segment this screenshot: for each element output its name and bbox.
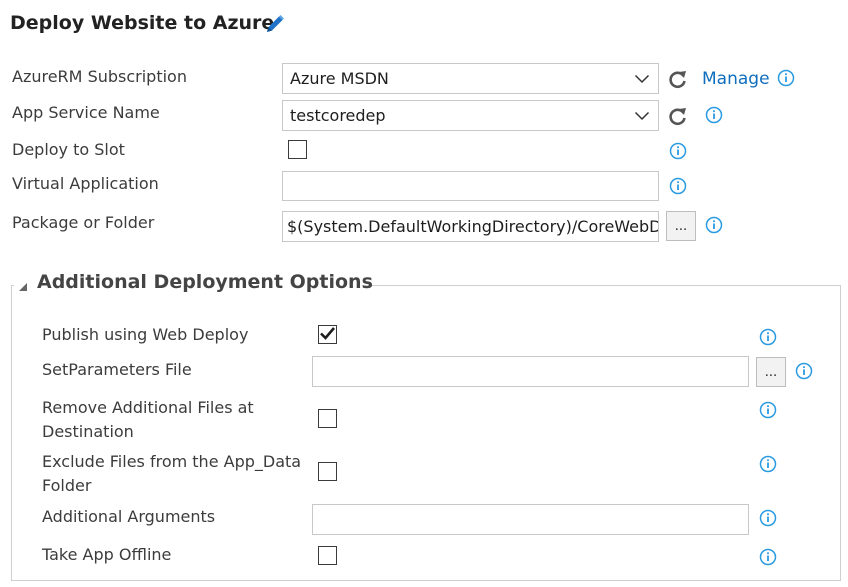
info-icon[interactable] — [759, 401, 777, 419]
package-or-folder-label: Package or Folder — [12, 213, 155, 232]
app-service-name-select[interactable]: testcoredep — [282, 100, 659, 131]
page-title: Deploy Website to Azure — [10, 12, 275, 34]
browse-package-button[interactable]: ... — [666, 211, 696, 241]
take-app-offline-label: Take App Offline — [42, 545, 172, 564]
azurerm-subscription-label: AzureRM Subscription — [12, 67, 187, 86]
info-icon[interactable] — [705, 106, 723, 124]
publish-web-deploy-checkbox[interactable] — [318, 325, 337, 344]
virtual-application-label: Virtual Application — [12, 174, 159, 193]
info-icon[interactable] — [705, 216, 723, 234]
checkmark-icon — [320, 327, 335, 340]
deploy-to-slot-checkbox[interactable] — [288, 140, 307, 159]
deploy-to-slot-label: Deploy to Slot — [12, 140, 125, 159]
info-icon[interactable] — [669, 177, 687, 195]
publish-web-deploy-label: Publish using Web Deploy — [42, 325, 249, 344]
info-icon[interactable] — [759, 509, 777, 527]
info-icon[interactable] — [759, 548, 777, 566]
info-icon[interactable] — [777, 69, 795, 87]
section-legend[interactable]: Additional Deployment Options — [37, 271, 373, 293]
remove-additional-files-label: Remove Additional Files at Destination — [42, 398, 254, 441]
refresh-icon[interactable] — [667, 105, 689, 127]
pencil-icon[interactable] — [264, 13, 286, 35]
exclude-app-data-label: Exclude Files from the App_Data Folder — [42, 452, 302, 495]
exclude-app-data-checkbox[interactable] — [318, 462, 337, 481]
app-service-name-value: testcoredep — [290, 106, 386, 125]
info-icon[interactable] — [669, 142, 687, 160]
setparameters-file-input[interactable] — [312, 356, 749, 387]
additional-arguments-label: Additional Arguments — [42, 507, 216, 526]
azurerm-subscription-select[interactable]: Azure MSDN — [282, 63, 659, 94]
chevron-down-icon — [634, 111, 650, 121]
package-or-folder-input[interactable]: $(System.DefaultWorkingDirectory)/CoreWe… — [282, 211, 659, 242]
collapse-triangle-icon[interactable] — [17, 281, 29, 293]
manage-link[interactable]: Manage — [702, 69, 770, 89]
azurerm-subscription-value: Azure MSDN — [290, 69, 389, 88]
setparameters-file-label: SetParameters File — [42, 360, 192, 379]
info-icon[interactable] — [759, 455, 777, 473]
app-service-name-label: App Service Name — [12, 103, 160, 122]
chevron-down-icon — [634, 74, 650, 84]
remove-additional-files-checkbox[interactable] — [318, 409, 337, 428]
info-icon[interactable] — [759, 328, 777, 346]
additional-arguments-input[interactable] — [312, 504, 749, 535]
refresh-icon[interactable] — [667, 68, 689, 90]
info-icon[interactable] — [795, 362, 813, 380]
take-app-offline-checkbox[interactable] — [318, 546, 337, 565]
browse-setparameters-button[interactable]: ... — [756, 357, 786, 387]
virtual-application-input[interactable] — [282, 171, 659, 201]
